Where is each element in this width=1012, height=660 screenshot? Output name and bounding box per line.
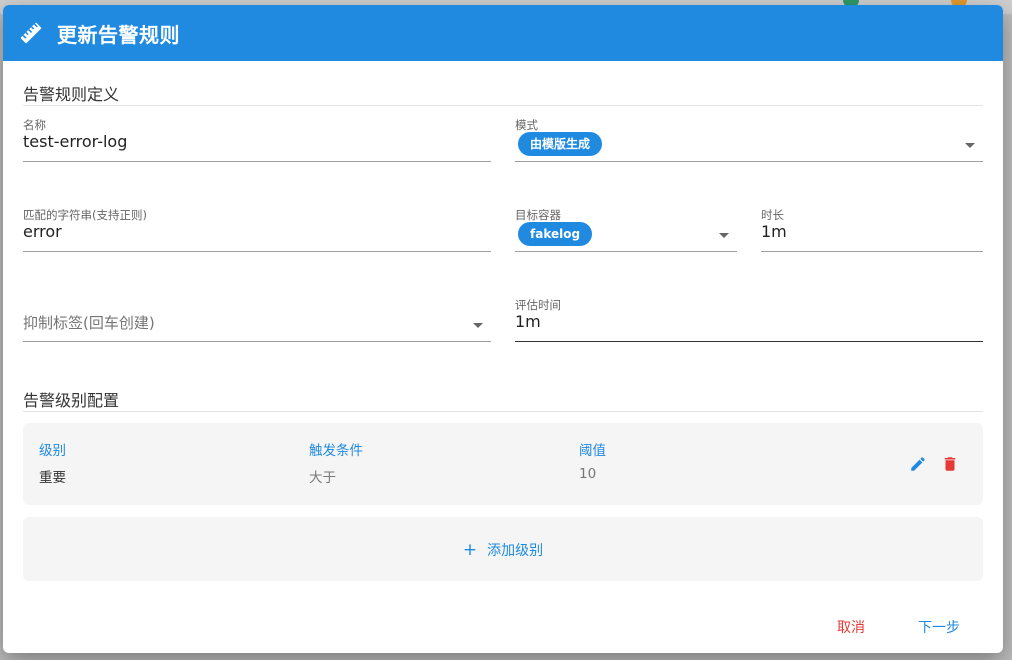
column-header-threshold: 阈值 bbox=[579, 443, 606, 459]
field-underline bbox=[761, 251, 983, 252]
section-divider bbox=[23, 411, 983, 412]
match-string-value: error bbox=[23, 222, 62, 241]
dialog-title: 更新告警规则 bbox=[57, 23, 180, 47]
add-level-label: 添加级别 bbox=[487, 543, 544, 559]
mode-select[interactable]: 模式 由模版生成 bbox=[515, 117, 983, 162]
match-string-field[interactable]: 匹配的字符串(支持正则) error bbox=[23, 207, 491, 252]
delete-trash-icon[interactable] bbox=[941, 455, 959, 473]
next-step-button[interactable]: 下一步 bbox=[918, 617, 960, 637]
level-row-card: 级别 触发条件 阈值 重要 大于 10 bbox=[23, 423, 983, 505]
section-title-levels: 告警级别配置 bbox=[23, 391, 120, 410]
edit-pencil-icon[interactable] bbox=[909, 455, 927, 473]
duration-value: 1m bbox=[761, 222, 787, 241]
name-label: 名称 bbox=[23, 118, 46, 132]
chevron-down-icon[interactable] bbox=[473, 323, 483, 328]
dialog-header: 更新告警规则 bbox=[3, 5, 1003, 61]
eval-time-label: 评估时间 bbox=[515, 298, 561, 312]
field-underline bbox=[23, 341, 491, 342]
target-container-select[interactable]: 目标容器 fakelog bbox=[515, 207, 737, 252]
field-underline bbox=[515, 251, 737, 252]
cancel-button[interactable]: 取消 bbox=[837, 617, 865, 637]
field-underline bbox=[515, 341, 983, 342]
eval-time-field[interactable]: 评估时间 1m bbox=[515, 297, 983, 342]
add-level-content: + 添加级别 bbox=[23, 540, 983, 560]
mode-chip[interactable]: 由模版生成 bbox=[518, 132, 603, 156]
threshold-value: 10 bbox=[579, 466, 597, 482]
chevron-down-icon[interactable] bbox=[719, 233, 729, 238]
name-value: test-error-log bbox=[23, 132, 128, 151]
target-container-label: 目标容器 bbox=[515, 208, 561, 222]
container-chip[interactable]: fakelog bbox=[518, 222, 593, 246]
section-divider bbox=[23, 105, 983, 106]
condition-value: 大于 bbox=[309, 470, 336, 486]
column-header-level: 级别 bbox=[39, 443, 66, 459]
field-underline bbox=[23, 251, 491, 252]
plus-icon: + bbox=[462, 540, 478, 560]
duration-field[interactable]: 时长 1m bbox=[761, 207, 983, 252]
eval-time-value: 1m bbox=[515, 312, 541, 331]
column-header-condition: 触发条件 bbox=[309, 443, 363, 459]
suppress-labels-select[interactable]: 抑制标签(回车创建) bbox=[23, 297, 491, 342]
suppress-labels-placeholder: 抑制标签(回车创建) bbox=[23, 314, 155, 332]
mode-label: 模式 bbox=[515, 118, 538, 132]
name-field[interactable]: 名称 test-error-log bbox=[23, 117, 491, 162]
update-alert-rule-dialog: 更新告警规则 告警规则定义 名称 test-error-log 模式 由模版生成… bbox=[3, 5, 1003, 653]
add-level-button[interactable]: + 添加级别 bbox=[23, 517, 983, 581]
duration-label: 时长 bbox=[761, 208, 784, 222]
match-string-label: 匹配的字符串(支持正则) bbox=[23, 208, 147, 222]
chevron-down-icon[interactable] bbox=[965, 143, 975, 148]
field-underline bbox=[23, 161, 491, 162]
level-value: 重要 bbox=[39, 470, 66, 486]
field-underline bbox=[515, 161, 983, 162]
ruler-icon bbox=[20, 22, 42, 44]
section-title-definition: 告警规则定义 bbox=[23, 85, 120, 104]
